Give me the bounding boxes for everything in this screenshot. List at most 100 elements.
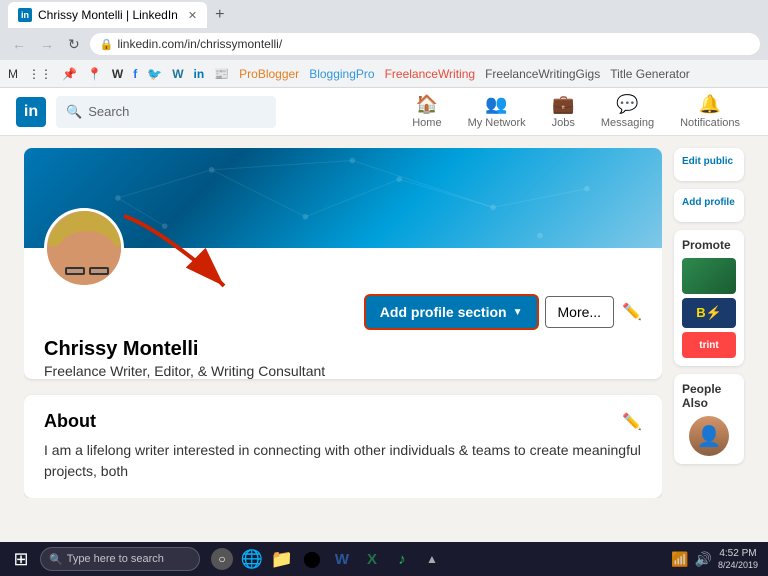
- avatar: [44, 208, 124, 288]
- add-profile-section-button[interactable]: Add profile section: [366, 296, 537, 328]
- excel-icon: X: [367, 551, 377, 568]
- nav-network[interactable]: 👥 My Network: [456, 90, 538, 133]
- nav-messaging-label: Messaging: [601, 117, 654, 129]
- bookmark-gmail[interactable]: M: [8, 67, 18, 81]
- nav-notifications[interactable]: 🔔 Notifications: [668, 90, 752, 133]
- trint-logo[interactable]: trint: [682, 332, 736, 358]
- profile-card: Add profile section More... ✏️ Chrissy M…: [24, 148, 662, 379]
- add-profile-section: Add profile: [674, 189, 744, 222]
- active-tab[interactable]: in Chrissy Montelli | LinkedIn ✕: [8, 2, 207, 28]
- more-button[interactable]: More...: [545, 296, 615, 328]
- people-also-label: People Also: [682, 382, 736, 410]
- back-button[interactable]: ←: [8, 34, 30, 54]
- bookmark-freelancewritinggigs[interactable]: FreelanceWritingGigs: [485, 67, 600, 81]
- windows-icon: ⊞: [13, 549, 28, 570]
- bookmark-feedly[interactable]: 📰: [214, 67, 229, 81]
- address-bar: ← → ↻ 🔒 linkedin.com/in/chrissymontelli/: [0, 28, 768, 60]
- avatar-face-skin: [57, 231, 117, 276]
- bookmark-facebook[interactable]: f: [133, 67, 137, 81]
- trint-label: trint: [699, 340, 718, 351]
- nav-home[interactable]: 🏠 Home: [400, 90, 453, 133]
- word-icon: W: [335, 551, 349, 568]
- bookmark-linkedin[interactable]: in: [194, 67, 205, 81]
- more-apps-icon: ▲: [426, 552, 438, 566]
- bookmark-maps[interactable]: 📍: [87, 67, 102, 81]
- glass-right: [89, 267, 109, 275]
- bookmark-bloggingpro[interactable]: BloggingPro: [309, 67, 374, 81]
- edge-icon: 🌐: [241, 549, 263, 570]
- taskbar-chrome[interactable]: ⬤: [298, 545, 326, 573]
- main-column: Add profile section More... ✏️ Chrissy M…: [24, 148, 662, 498]
- forward-button[interactable]: →: [36, 34, 58, 54]
- tab-close-btn[interactable]: ✕: [188, 9, 197, 22]
- url-input[interactable]: 🔒 linkedin.com/in/chrissymontelli/: [90, 33, 760, 55]
- baylor-text: B⚡: [696, 305, 722, 321]
- bookmark-google-apps[interactable]: ⋮⋮: [28, 67, 52, 81]
- start-button[interactable]: ⊞: [6, 545, 36, 573]
- taskbar-search[interactable]: 🔍 Type here to search: [40, 547, 200, 571]
- linkedin-logo[interactable]: in: [16, 97, 46, 127]
- bookmark-titlegenerator[interactable]: Title Generator: [610, 67, 690, 81]
- taskbar-file-explorer[interactable]: 📁: [268, 545, 296, 573]
- taskbar-cortana[interactable]: ○: [208, 545, 236, 573]
- avatar-glasses: [65, 267, 109, 275]
- baylor-logo[interactable]: B⚡: [682, 298, 736, 328]
- taskbar-edge[interactable]: 🌐: [238, 545, 266, 573]
- tab-favicon: in: [18, 8, 32, 22]
- tray-clock: 4:52 PM 8/24/2019: [718, 547, 758, 572]
- edit-public-label: Edit public: [682, 156, 736, 167]
- new-tab-btn[interactable]: +: [207, 2, 232, 28]
- action-row: Add profile section More... ✏️: [44, 296, 642, 328]
- edit-about-button[interactable]: ✏️: [622, 412, 642, 432]
- spotify-icon: ♪: [398, 551, 406, 568]
- nav-network-label: My Network: [468, 117, 526, 129]
- refresh-button[interactable]: ↻: [64, 34, 84, 55]
- explorer-icon: 📁: [271, 549, 293, 570]
- profile-name: Chrissy Montelli: [44, 338, 642, 361]
- search-bar[interactable]: 🔍 Search: [56, 96, 276, 128]
- avatar-container: [24, 248, 662, 298]
- promote-section: Promote B⚡ trint: [674, 230, 744, 366]
- taskbar-tray: 📶 🔊 4:52 PM 8/24/2019: [671, 547, 762, 572]
- edit-public-section: Edit public: [674, 148, 744, 181]
- chrome-icon: ⬤: [303, 549, 321, 569]
- tray-volume-icon: 🔊: [695, 551, 712, 568]
- browser-tab-bar: in Chrissy Montelli | LinkedIn ✕ +: [0, 0, 768, 28]
- clock-date: 8/24/2019: [718, 560, 758, 572]
- bookmark-wordpress[interactable]: W: [172, 67, 183, 81]
- taskbar-more[interactable]: ▲: [418, 545, 446, 573]
- bookmarks-bar: M ⋮⋮ 📌 📍 W f 🐦 W in 📰 ProBlogger Bloggin…: [0, 60, 768, 88]
- about-header: About ✏️: [44, 411, 642, 432]
- bookmark-freelancewriting[interactable]: FreelanceWriting: [385, 67, 475, 81]
- avatar-face: [47, 211, 124, 288]
- profile-info: Add profile section More... ✏️ Chrissy M…: [24, 298, 662, 379]
- nav-jobs-label: Jobs: [552, 117, 575, 129]
- nav-jobs[interactable]: 💼 Jobs: [540, 90, 587, 133]
- search-icon: 🔍: [66, 104, 82, 120]
- nav-messaging[interactable]: 💬 Messaging: [589, 90, 666, 133]
- url-text: linkedin.com/in/chrissymontelli/: [117, 37, 282, 51]
- bookmark-twitter[interactable]: 🐦: [147, 67, 162, 81]
- page-content: Add profile section More... ✏️ Chrissy M…: [0, 136, 768, 510]
- edit-profile-button[interactable]: ✏️: [622, 302, 642, 322]
- messaging-icon: 💬: [616, 94, 638, 115]
- cortana-icon: ○: [211, 548, 233, 570]
- taskbar: ⊞ 🔍 Type here to search ○ 🌐 📁 ⬤ W X ♪ ▲: [0, 542, 768, 576]
- bookmark-keep[interactable]: 📌: [62, 67, 77, 81]
- taskbar-word[interactable]: W: [328, 545, 356, 573]
- taskbar-spotify[interactable]: ♪: [388, 545, 416, 573]
- promote-label: Promote: [682, 238, 736, 252]
- bookmark-wikipedia[interactable]: W: [112, 67, 123, 81]
- taskbar-search-text: Type here to search: [67, 553, 164, 565]
- about-text: I am a lifelong writer interested in con…: [44, 440, 642, 482]
- search-placeholder: Search: [88, 104, 129, 119]
- tab-title: Chrissy Montelli | LinkedIn: [38, 8, 178, 22]
- jobs-icon: 💼: [552, 94, 574, 115]
- add-section-wrapper: Add profile section: [366, 296, 537, 328]
- home-icon: 🏠: [416, 94, 438, 115]
- bookmark-problogger[interactable]: ProBlogger: [239, 67, 299, 81]
- about-card: About ✏️ I am a lifelong writer interest…: [24, 395, 662, 498]
- taskbar-search-icon: 🔍: [49, 553, 63, 566]
- taskbar-excel[interactable]: X: [358, 545, 386, 573]
- add-profile-label: Add profile: [682, 197, 736, 208]
